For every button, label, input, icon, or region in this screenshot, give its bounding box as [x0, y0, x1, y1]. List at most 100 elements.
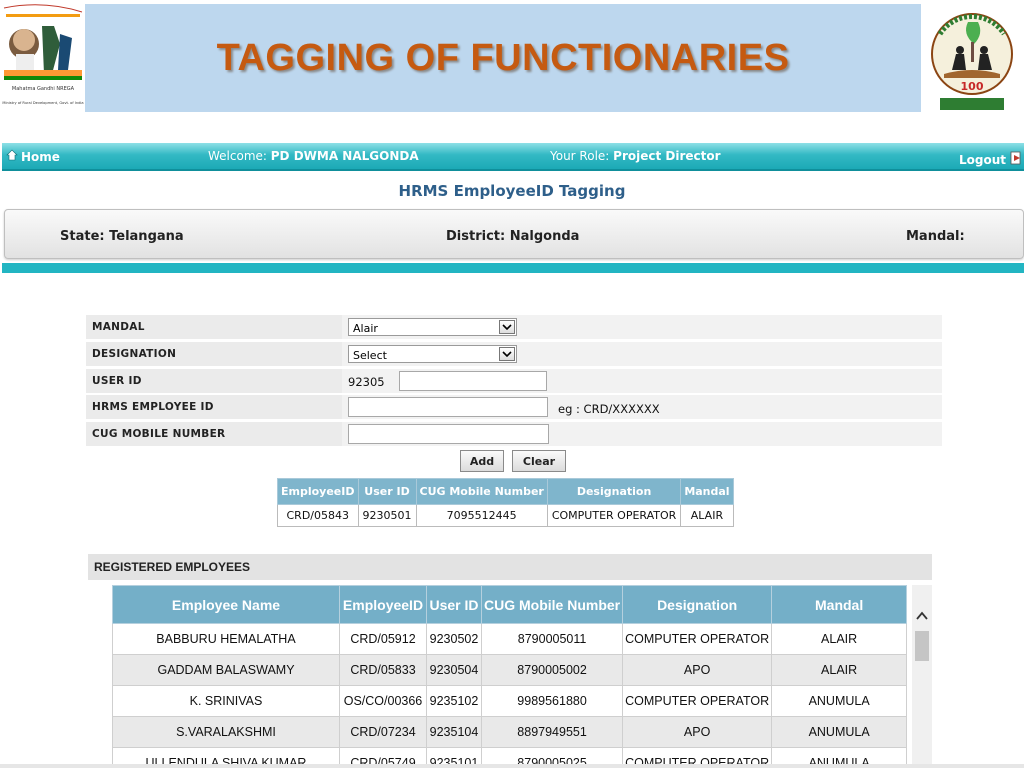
cug-row: CUG MOBILE NUMBER — [86, 422, 942, 446]
column-header: User ID — [357, 478, 417, 505]
cug-mobile-cell: 8790005002 — [480, 654, 624, 686]
mandal-cell: ANUMULA — [771, 685, 908, 717]
logout-icon — [1010, 151, 1022, 168]
table-cell: CRD/05843 — [277, 504, 359, 527]
table-cell: 9230501 — [357, 504, 417, 527]
district-label: District: — [446, 229, 506, 244]
hrms-id-row: HRMS EMPLOYEE ID eg : CRD/XXXXXX — [86, 395, 942, 419]
added-employees-table: EmployeeID User ID CUG Mobile Number Des… — [277, 478, 734, 527]
hrms-id-input[interactable] — [348, 397, 548, 417]
registered-table-header-row: Employee Name EmployeeID User ID CUG Mob… — [112, 585, 908, 624]
mandal-field: Mandal: — [906, 229, 965, 244]
cug-mobile-cell: 9989561880 — [480, 685, 624, 717]
column-header: CUG Mobile Number — [480, 585, 624, 624]
table-cell: 7095512445 — [415, 504, 548, 527]
employee-id-cell: CRD/05912 — [339, 623, 427, 655]
welcome-label: Welcome: — [208, 149, 267, 163]
role-text: Your Role: Project Director — [550, 149, 721, 163]
add-button[interactable]: Add — [460, 450, 504, 472]
employee-id-cell: OS/CO/00366 — [339, 685, 427, 717]
user-id-prefix: 92305 — [348, 375, 385, 389]
role-label: Your Role: — [550, 149, 610, 163]
mandal-cell: ANUMULA — [771, 716, 908, 748]
employee-name-cell: GADDAM BALASWAMY — [112, 654, 340, 686]
table-row: BABBURU HEMALATHA CRD/05912 9230502 8790… — [112, 623, 908, 655]
clear-button[interactable]: Clear — [512, 450, 566, 472]
hrms-id-row-label: HRMS EMPLOYEE ID — [92, 401, 214, 413]
district-value: Nalgonda — [509, 229, 580, 244]
designation-cell: COMPUTER OPERATOR — [622, 685, 773, 717]
home-icon — [6, 149, 18, 164]
scroll-up-icon[interactable] — [915, 611, 929, 623]
user-id-input[interactable] — [399, 371, 547, 391]
mgnrega-logo-icon: Mahatma Gandhi NREGA Ministry of Rural D… — [2, 4, 84, 112]
employee-id-cell: CRD/07234 — [339, 716, 427, 748]
telangana-100-days-logo-icon: 100 — [922, 4, 1022, 114]
home-link[interactable]: Home — [6, 149, 60, 164]
column-header: EmployeeID — [339, 585, 427, 624]
added-table-header-row: EmployeeID User ID CUG Mobile Number Des… — [277, 478, 734, 505]
employee-name-cell: BABBURU HEMALATHA — [112, 623, 340, 655]
table-row: CRD/05843 9230501 7095512445 COMPUTER OP… — [277, 504, 734, 527]
top-navigation-bar: Home Welcome: PD DWMA NALGONDA Your Role… — [2, 143, 1024, 171]
divider-strip — [2, 263, 1024, 273]
column-header: User ID — [426, 585, 482, 624]
column-header: CUG Mobile Number — [415, 478, 548, 505]
state-value: Telangana — [109, 229, 184, 244]
welcome-user: PD DWMA NALGONDA — [270, 149, 419, 163]
mandal-label: Mandal: — [906, 229, 965, 244]
designation-cell: APO — [622, 654, 773, 686]
designation-row-label: DESIGNATION — [92, 348, 177, 360]
page-heading: HRMS EmployeeID Tagging — [398, 182, 626, 200]
cug-mobile-input[interactable] — [348, 424, 549, 444]
table-cell: COMPUTER OPERATOR — [546, 504, 682, 527]
logout-link[interactable]: Logout — [959, 151, 1022, 168]
svg-text:Mahatma Gandhi NREGA: Mahatma Gandhi NREGA — [12, 86, 75, 92]
user-id-cell: 9235102 — [426, 685, 482, 717]
cug-row-cell — [342, 422, 942, 446]
hrms-id-hint: eg : CRD/XXXXXX — [558, 402, 660, 416]
designation-select[interactable]: Select — [348, 345, 517, 363]
mandal-row-cell: Alair — [342, 315, 942, 339]
location-panel: State: Telangana District: Nalgonda Mand… — [4, 209, 1024, 259]
employee-name-cell: S.VARALAKSHMI — [112, 716, 340, 748]
user-id-row-cell: 92305 — [342, 369, 942, 393]
bottom-divider — [0, 764, 1024, 768]
scrollbar-thumb[interactable] — [915, 631, 929, 661]
table-row: GADDAM BALASWAMY CRD/05833 9230504 87900… — [112, 654, 908, 686]
user-id-row-label: USER ID — [92, 375, 142, 387]
cug-mobile-cell: 8897949551 — [480, 716, 624, 748]
column-header: Designation — [622, 585, 773, 624]
user-id-row: USER ID 92305 — [86, 369, 942, 393]
state-label: State: — [60, 229, 105, 244]
role-value: Project Director — [613, 149, 721, 163]
logout-label: Logout — [958, 152, 1006, 167]
cug-row-label: CUG MOBILE NUMBER — [92, 428, 226, 440]
mandal-row-label: MANDAL — [92, 321, 145, 333]
user-id-cell: 9235104 — [426, 716, 482, 748]
svg-text:100: 100 — [961, 80, 984, 93]
employee-id-cell: CRD/05833 — [339, 654, 427, 686]
slide-title: TAGGING OF FUNCTIONARIES — [216, 36, 790, 79]
table-row: S.VARALAKSHMI CRD/07234 9235104 88979495… — [112, 716, 908, 748]
svg-text:Ministry of Rural Development,: Ministry of Rural Development, Govt. of … — [2, 101, 83, 105]
designation-cell: COMPUTER OPERATOR — [622, 623, 773, 655]
title-banner: TAGGING OF FUNCTIONARIES — [85, 4, 921, 112]
chevron-down-icon — [499, 320, 515, 334]
column-header: Mandal — [680, 478, 734, 505]
mandal-cell: ALAIR — [771, 654, 908, 686]
registered-employees-scroll-area[interactable]: Employee Name EmployeeID User ID CUG Mob… — [112, 585, 932, 768]
mandal-cell: ALAIR — [771, 623, 908, 655]
state-field: State: Telangana — [60, 229, 184, 244]
column-header: Employee Name — [112, 585, 340, 624]
vertical-scrollbar[interactable] — [912, 585, 932, 768]
welcome-text: Welcome: PD DWMA NALGONDA — [208, 149, 419, 163]
employee-name-cell: K. SRINIVAS — [112, 685, 340, 717]
hrms-id-row-cell: eg : CRD/XXXXXX — [342, 395, 942, 419]
column-header: Designation — [546, 478, 682, 505]
table-cell: ALAIR — [680, 504, 734, 527]
user-id-cell: 9230504 — [426, 654, 482, 686]
mandal-select[interactable]: Alair — [348, 318, 517, 336]
mandal-selected-value: Alair — [353, 322, 378, 335]
district-field: District: Nalgonda — [446, 229, 579, 244]
